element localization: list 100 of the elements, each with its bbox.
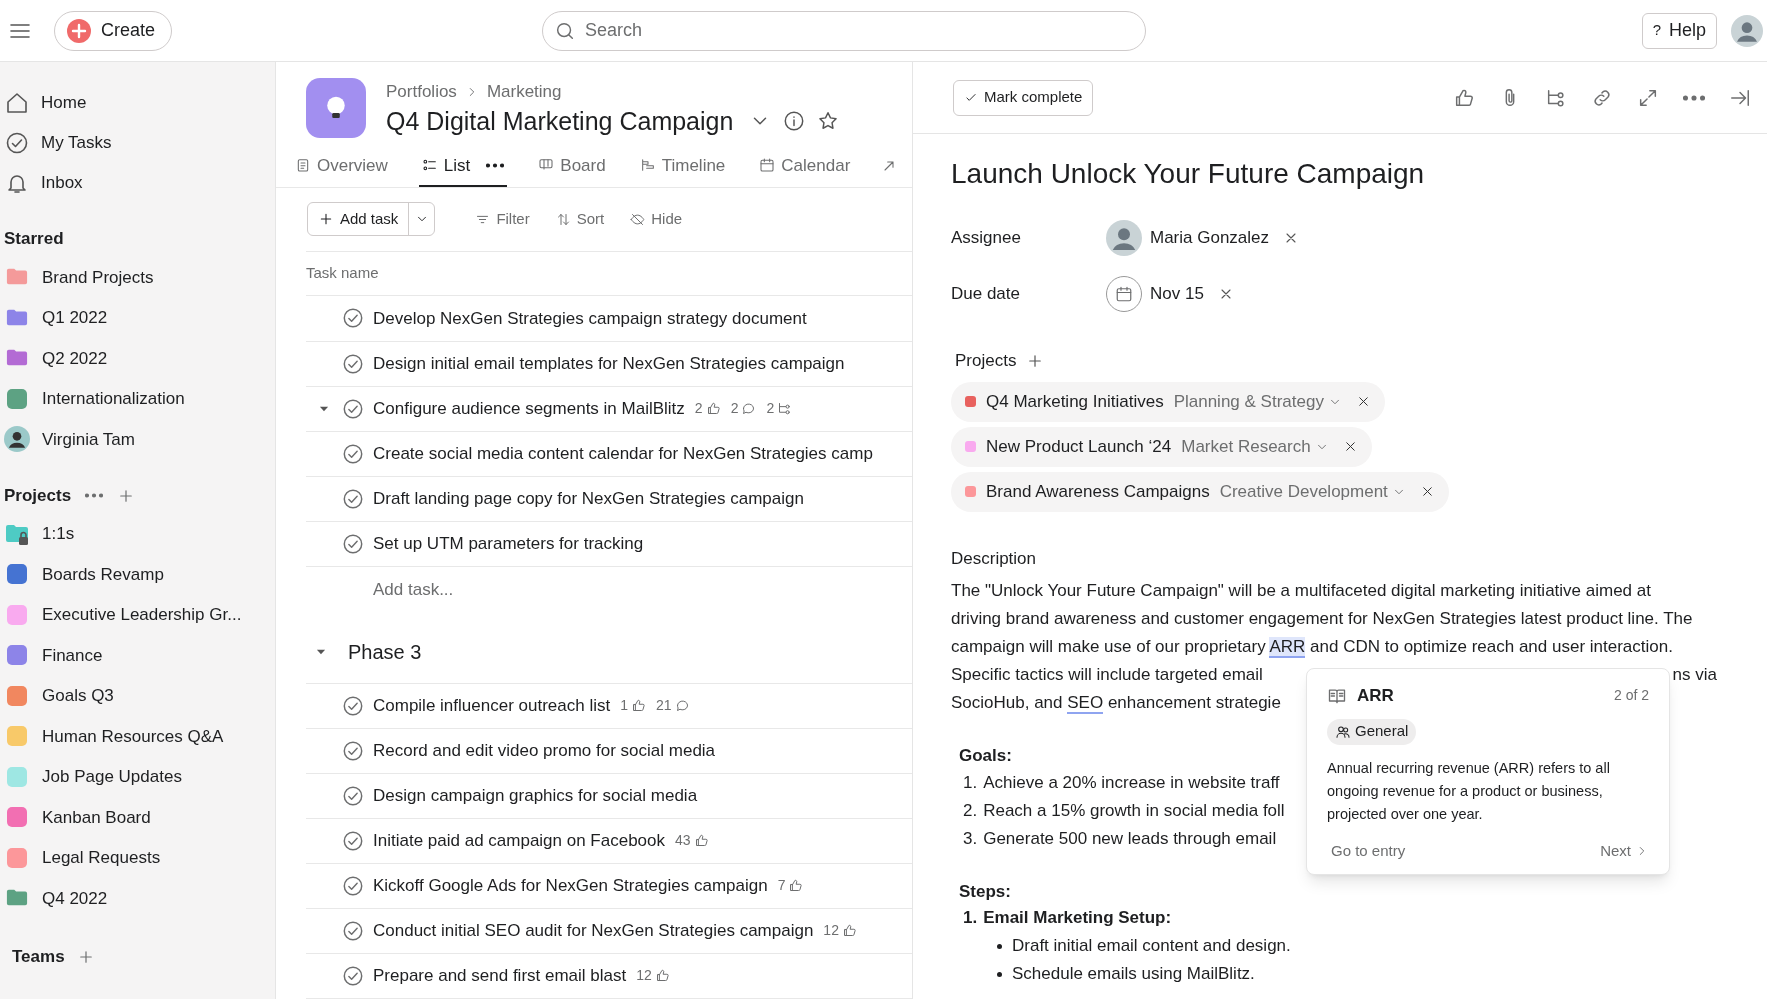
people-icon (1335, 723, 1351, 740)
step-bullet-text: Draft initial email content and design. (1012, 935, 1291, 957)
check-circle-icon[interactable] (342, 397, 364, 420)
sidebar-item[interactable]: Q4 2022 (0, 878, 275, 919)
add-task-field[interactable]: Add task... (373, 576, 673, 603)
sidebar-item[interactable]: Internationalization (0, 378, 275, 419)
filter-button[interactable]: Filter (475, 208, 530, 231)
check-circle-icon[interactable] (342, 442, 364, 465)
task-row[interactable]: Design campaign graphics for social media (306, 773, 912, 819)
sidebar-item[interactable]: Virginia Tam (0, 419, 275, 460)
nav-item[interactable]: Home (0, 83, 275, 123)
check-circle-icon[interactable] (342, 352, 364, 375)
task-name: Record and edit video promo for social media (373, 739, 716, 762)
check-circle-icon[interactable] (342, 532, 364, 555)
project-chip[interactable]: Q4 Marketing Initiatives Planning & Strategy (951, 381, 1385, 422)
step-bullet-text: Schedule emails using MailBlitz. (1012, 963, 1255, 985)
goal-text: Achieve a 20% increase in website traff (983, 771, 1280, 794)
sidebar-item[interactable]: Q2 2022 (0, 338, 275, 379)
eye-off-icon (630, 211, 646, 227)
check-circle-icon[interactable] (342, 694, 364, 717)
tab[interactable]: Calendar (756, 146, 854, 187)
count: 7 (777, 876, 786, 896)
section-heading: Teams (12, 945, 65, 968)
tab[interactable]: List (418, 146, 508, 187)
check-circle-icon[interactable] (342, 487, 364, 510)
clipboard-icon (295, 157, 311, 174)
task-row[interactable]: Record and edit video promo for social media (306, 728, 912, 774)
count: 12 (636, 966, 652, 986)
project-title: Q4 Digital Marketing Campaign (386, 106, 734, 138)
breadcrumb-link[interactable]: Portfolios (386, 78, 457, 105)
sidebar-item[interactable]: Goals Q3 (0, 675, 275, 716)
sidebar-item[interactable]: Boards Revamp (0, 554, 275, 595)
project-chip[interactable]: New Product Launch ‘24 Market Research (951, 426, 1372, 467)
task-row[interactable]: Initiate paid ad campaign on Facebook 43 (306, 818, 912, 864)
task-row[interactable]: Design initial email templates for NexGen Strategies campaign (306, 341, 912, 387)
check-circle-icon[interactable] (342, 919, 364, 942)
task-row[interactable]: Create social media content calendar for NexGen Strategies camp (306, 431, 912, 477)
go-to-entry-link[interactable]: Go to entry (1331, 839, 1406, 862)
task-row[interactable]: Prepare and send first email blast 12 (306, 953, 912, 999)
search-field[interactable]: Search (542, 10, 1147, 51)
sidebar-item[interactable]: Human Resources Q&A (0, 716, 275, 757)
help-button[interactable]: ? Help (1641, 12, 1717, 49)
sidebar-item[interactable]: Legal Requests (0, 837, 275, 878)
task-row[interactable]: Set up UTM parameters for tracking (306, 521, 912, 567)
popup-description: Annual recurring revenue (ARR) refers to all ongoing revenue for a product or business, projected over one year. (1327, 758, 1611, 824)
check-circle-icon[interactable] (342, 739, 364, 762)
check-circle-icon[interactable] (342, 784, 364, 807)
steps-heading: Steps: (959, 880, 1011, 903)
more-icon[interactable] (85, 493, 104, 498)
check-circle-icon[interactable] (342, 874, 364, 897)
comment-icon (674, 698, 690, 714)
mark-complete-button[interactable]: Mark complete (953, 79, 1094, 116)
tab[interactable]: Board (535, 146, 609, 187)
description-text: Specific tactics will include targeted email (951, 664, 1263, 686)
info-icon[interactable] (783, 110, 806, 133)
task-name: Initiate paid ad campaign on Facebook (373, 830, 666, 853)
section-dropdown[interactable]: Creative Development (1219, 478, 1406, 505)
task-row[interactable]: Configure audience segments in MailBlitz 2 2 2 (306, 386, 912, 432)
sidebar-item[interactable]: Finance (0, 635, 275, 676)
task-row[interactable]: Draft landing page copy for NexGen Strategies campaign (306, 476, 912, 522)
breadcrumb-link[interactable]: Marketing (486, 78, 562, 105)
create-button[interactable]: Create (54, 10, 173, 51)
nav-item[interactable]: My Tasks (0, 123, 275, 163)
task-name: Set up UTM parameters for tracking (373, 532, 644, 555)
section-dropdown[interactable]: Planning & Strategy (1173, 388, 1342, 415)
description-text: driving brand awareness and customer engagement for NexGen Strategies latest product line. The (951, 608, 1693, 630)
task-row[interactable]: Conduct initial SEO audit for NexGen Strategies campaign 12 (306, 908, 912, 954)
field-label: Due date (951, 283, 1021, 306)
list-number: 1. (963, 771, 978, 794)
list-number: 2. (963, 799, 978, 822)
description-text: ns via (1672, 664, 1717, 686)
project-chip[interactable]: Brand Awareness Campaigns Creative Development (951, 471, 1449, 512)
sidebar-item[interactable]: Q1 2022 (0, 297, 275, 338)
task-name: Design campaign graphics for social media (373, 785, 698, 807)
count: 21 (655, 696, 672, 716)
check-circle-icon[interactable] (342, 964, 364, 987)
section-dropdown[interactable]: Market Research (1181, 433, 1329, 460)
sidebar-item[interactable]: Executive Leadership Gr... (0, 594, 275, 635)
task-row[interactable]: Compile influencer outreach list 1 21 (306, 683, 912, 729)
hide-button[interactable]: Hide (630, 208, 683, 231)
task-name: Configure audience segments in MailBlitz (373, 397, 685, 420)
tab[interactable]: Overview (292, 146, 391, 187)
tab[interactable]: Timeline (636, 146, 729, 187)
user-avatar (1731, 14, 1763, 47)
next-link[interactable]: Next (1600, 839, 1649, 862)
sidebar-item[interactable]: Brand Projects (0, 257, 275, 298)
check-circle-icon[interactable] (342, 307, 364, 330)
sidebar-item[interactable]: 1:1s (0, 513, 275, 554)
bullet (997, 943, 1002, 949)
sort-icon (555, 211, 571, 227)
sidebar-item[interactable]: Kanban Board (0, 797, 275, 838)
sidebar-item[interactable]: Job Page Updates (0, 756, 275, 797)
project-name: New Product Launch ‘24 (986, 435, 1172, 458)
task-row[interactable]: Develop NexGen Strategies campaign strategy document (306, 296, 912, 342)
check-circle-icon[interactable] (342, 829, 364, 852)
nav-item[interactable]: Inbox (0, 163, 275, 203)
sort-button[interactable]: Sort (555, 208, 605, 231)
task-row[interactable]: Kickoff Google Ads for NexGen Strategies campaign 7 (306, 863, 912, 909)
more-icon[interactable] (1683, 94, 1705, 101)
section-heading: Projects (4, 484, 72, 507)
